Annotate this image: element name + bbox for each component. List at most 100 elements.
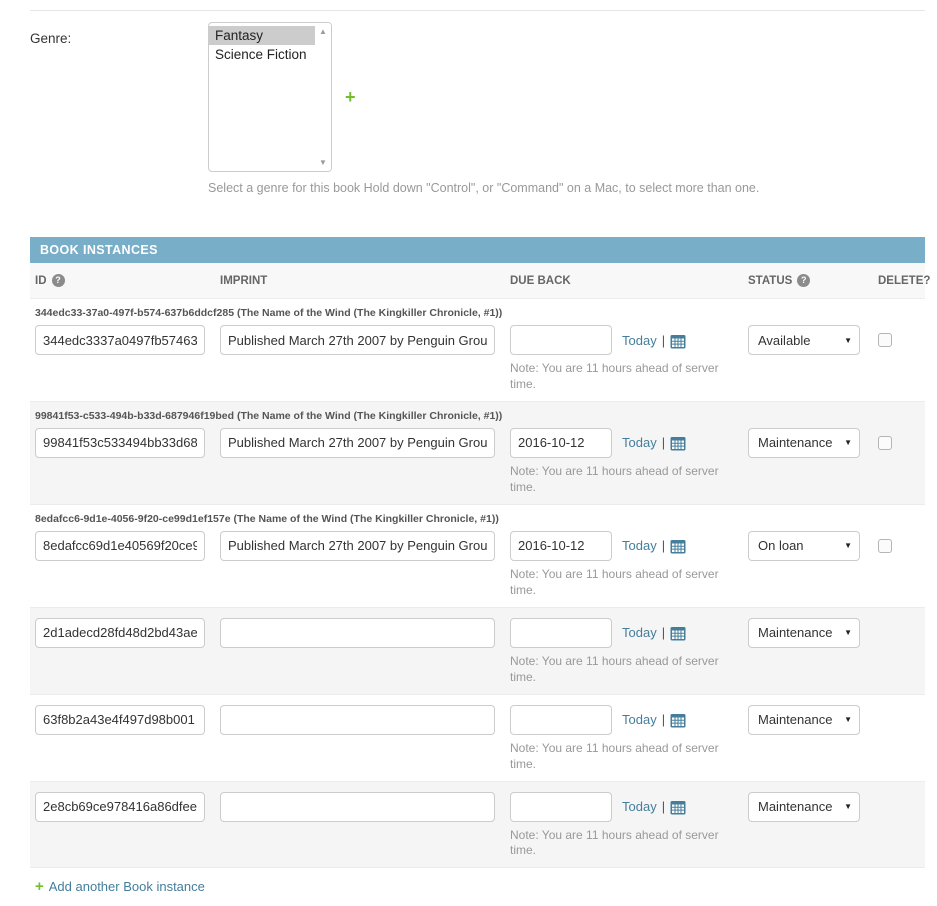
add-genre-icon[interactable]: +: [345, 88, 356, 106]
pipe-separator: |: [662, 333, 665, 348]
genre-label: Genre:: [30, 22, 208, 172]
scroll-down-icon[interactable]: ▼: [315, 158, 331, 167]
fieldset-divider: [30, 10, 925, 11]
chevron-down-icon: ▼: [844, 438, 852, 447]
id-input[interactable]: [35, 618, 205, 648]
column-header-id: ID ?: [30, 274, 215, 287]
scrollbar[interactable]: ▲ ▼: [315, 23, 331, 171]
help-icon[interactable]: ?: [52, 274, 65, 287]
pipe-separator: |: [662, 712, 665, 727]
add-book-instance-link[interactable]: Add another Book instance: [49, 879, 205, 894]
imprint-input[interactable]: [220, 325, 495, 355]
column-header-imprint: IMPRINT: [215, 274, 505, 287]
chevron-down-icon: ▼: [844, 802, 852, 811]
column-header-status: STATUS ?: [743, 274, 873, 287]
id-input[interactable]: [35, 428, 205, 458]
calendar-icon[interactable]: [670, 713, 686, 728]
imprint-input[interactable]: [220, 618, 495, 648]
today-link[interactable]: Today: [622, 625, 657, 640]
pipe-separator: |: [662, 538, 665, 553]
due-back-input[interactable]: [510, 618, 612, 648]
due-back-input[interactable]: [510, 792, 612, 822]
calendar-icon[interactable]: [670, 800, 686, 815]
status-select[interactable]: Maintenance ▼: [748, 428, 860, 458]
timezone-note: Note: You are 11 hours ahead of server t…: [510, 828, 728, 860]
imprint-input[interactable]: [220, 792, 495, 822]
pipe-separator: |: [662, 435, 665, 450]
status-value: Maintenance: [758, 712, 832, 727]
status-value: Maintenance: [758, 799, 832, 814]
timezone-note: Note: You are 11 hours ahead of server t…: [510, 741, 728, 773]
chevron-down-icon: ▼: [844, 715, 852, 724]
due-back-input[interactable]: [510, 531, 612, 561]
today-link[interactable]: Today: [622, 333, 657, 348]
scroll-up-icon[interactable]: ▲: [315, 27, 331, 36]
pipe-separator: |: [662, 799, 665, 814]
genre-help-text: Select a genre for this book Hold down "…: [208, 181, 925, 195]
column-header-due-back: DUE BACK: [505, 274, 743, 287]
genre-option-fantasy[interactable]: Fantasy: [209, 26, 315, 45]
column-header-delete: DELETE?: [873, 274, 937, 287]
genre-options: Fantasy Science Fiction: [209, 26, 315, 64]
genre-field-row: Genre: Fantasy Science Fiction ▲ ▼ +: [30, 22, 925, 172]
pipe-separator: |: [662, 625, 665, 640]
calendar-icon[interactable]: [670, 334, 686, 349]
due-back-input[interactable]: [510, 705, 612, 735]
id-input[interactable]: [35, 325, 205, 355]
id-input[interactable]: [35, 792, 205, 822]
book-instance-row: 344edc33-37a0-497f-b574-637b6ddcf285 (Th…: [30, 299, 925, 402]
status-value: Maintenance: [758, 625, 832, 640]
id-input[interactable]: [35, 531, 205, 561]
status-value: Available: [758, 333, 811, 348]
status-value: Maintenance: [758, 435, 832, 450]
today-link[interactable]: Today: [622, 538, 657, 553]
timezone-note: Note: You are 11 hours ahead of server t…: [510, 654, 728, 686]
delete-checkbox[interactable]: [878, 539, 892, 553]
book-instance-row: Today | Note: You are 11 hours ahead of …: [30, 695, 925, 782]
calendar-icon[interactable]: [670, 626, 686, 641]
chevron-down-icon: ▼: [844, 628, 852, 637]
plus-icon: +: [35, 879, 44, 894]
today-link[interactable]: Today: [622, 435, 657, 450]
book-change-form: Genre: Fantasy Science Fiction ▲ ▼ + Sel…: [0, 10, 937, 906]
today-link[interactable]: Today: [622, 712, 657, 727]
table-header-row: ID ? IMPRINT DUE BACK STATUS ? DELETE?: [30, 263, 925, 299]
instance-title: 344edc33-37a0-497f-b574-637b6ddcf285 (Th…: [35, 307, 925, 319]
timezone-note: Note: You are 11 hours ahead of server t…: [510, 464, 728, 496]
imprint-input[interactable]: [220, 428, 495, 458]
add-instance-row: + Add another Book instance: [30, 868, 925, 906]
status-select[interactable]: Maintenance ▼: [748, 618, 860, 648]
timezone-note: Note: You are 11 hours ahead of server t…: [510, 567, 728, 599]
delete-checkbox[interactable]: [878, 436, 892, 450]
calendar-icon[interactable]: [670, 539, 686, 554]
chevron-down-icon: ▼: [844, 541, 852, 550]
status-value: On loan: [758, 538, 804, 553]
status-select[interactable]: Available ▼: [748, 325, 860, 355]
book-instance-row: 8edafcc6-9d1e-4056-9f20-ce99d1ef157e (Th…: [30, 505, 925, 608]
today-link[interactable]: Today: [622, 799, 657, 814]
due-back-input[interactable]: [510, 325, 612, 355]
genre-option-science-fiction[interactable]: Science Fiction: [209, 45, 315, 64]
genre-multiselect[interactable]: Fantasy Science Fiction ▲ ▼: [208, 22, 332, 172]
delete-checkbox[interactable]: [878, 333, 892, 347]
imprint-input[interactable]: [220, 705, 495, 735]
instance-title: 8edafcc6-9d1e-4056-9f20-ce99d1ef157e (Th…: [35, 513, 925, 525]
status-header-label: STATUS: [748, 275, 792, 287]
book-instances-module: BOOK INSTANCES ID ? IMPRINT DUE BACK STA…: [30, 237, 925, 906]
book-instance-row: 99841f53-c533-494b-b33d-687946f19bed (Th…: [30, 402, 925, 505]
chevron-down-icon: ▼: [844, 336, 852, 345]
imprint-input[interactable]: [220, 531, 495, 561]
book-instance-row: Today | Note: You are 11 hours ahead of …: [30, 608, 925, 695]
timezone-note: Note: You are 11 hours ahead of server t…: [510, 361, 728, 393]
status-select[interactable]: Maintenance ▼: [748, 792, 860, 822]
calendar-icon[interactable]: [670, 436, 686, 451]
status-select[interactable]: Maintenance ▼: [748, 705, 860, 735]
book-instance-row: Today | Note: You are 11 hours ahead of …: [30, 782, 925, 869]
id-header-label: ID: [35, 275, 47, 287]
due-back-input[interactable]: [510, 428, 612, 458]
module-header: BOOK INSTANCES: [30, 237, 925, 263]
status-select[interactable]: On loan ▼: [748, 531, 860, 561]
id-input[interactable]: [35, 705, 205, 735]
instance-title: 99841f53-c533-494b-b33d-687946f19bed (Th…: [35, 410, 925, 422]
help-icon[interactable]: ?: [797, 274, 810, 287]
